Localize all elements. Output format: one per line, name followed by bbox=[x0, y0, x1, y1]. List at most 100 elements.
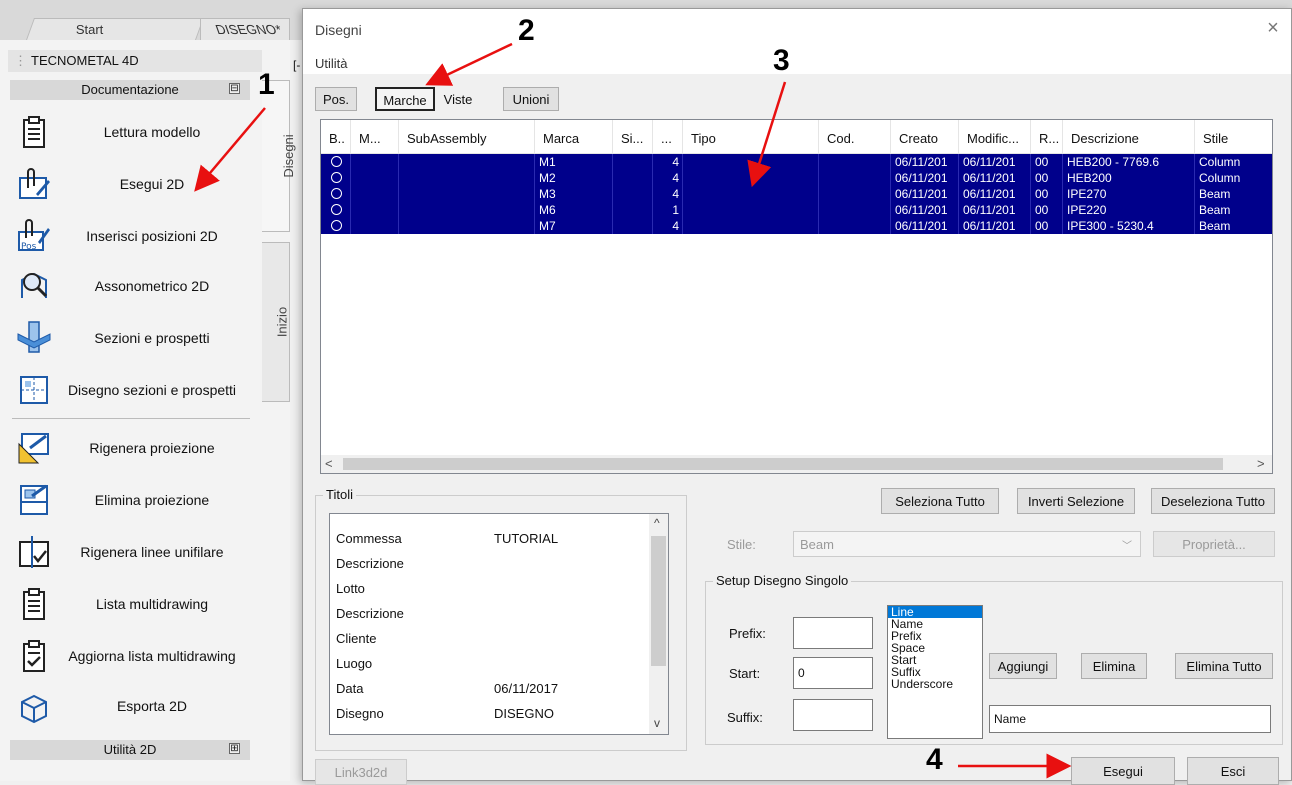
suffix-input[interactable] bbox=[793, 699, 873, 731]
expand-icon[interactable]: ⊞ bbox=[229, 743, 240, 754]
tab-marche[interactable]: Marche bbox=[375, 87, 435, 111]
cmd-label: Inserisci posizioni 2D bbox=[86, 227, 218, 244]
col-descrizione[interactable]: Descrizione bbox=[1063, 120, 1195, 154]
cmd-esegui-2d[interactable]: Esegui 2D bbox=[12, 160, 252, 208]
col-stile[interactable]: Stile bbox=[1195, 120, 1272, 154]
cmd-assonometrico[interactable]: Assonometrico 2D bbox=[12, 262, 252, 310]
marks-grid[interactable]: B.. M... SubAssembly Marca Si... ... Tip… bbox=[320, 119, 1273, 474]
delete-all-button[interactable]: Elimina Tutto bbox=[1175, 653, 1273, 679]
cmd-aggiorna-lista[interactable]: Aggiorna lista multidrawing bbox=[12, 632, 252, 680]
cmd-label: Aggiorna lista multidrawing bbox=[68, 647, 236, 664]
horizontal-scrollbar[interactable]: < > bbox=[321, 455, 1272, 473]
table-cell bbox=[613, 202, 653, 218]
cmd-esporta-2d[interactable]: Esporta 2D bbox=[12, 682, 252, 730]
scroll-right-icon[interactable]: > bbox=[1257, 456, 1265, 471]
col-qty[interactable]: ... bbox=[653, 120, 683, 154]
tab-start[interactable]: Start bbox=[25, 18, 205, 40]
table-row[interactable]: M2 4 06/11/201 06/11/201 00 HEB200 Column bbox=[321, 170, 1272, 186]
col-modificato[interactable]: Modific... bbox=[959, 120, 1031, 154]
table-cell bbox=[399, 218, 535, 234]
list-option[interactable]: Underscore bbox=[888, 678, 982, 690]
cmd-lista-multidrawing[interactable]: Lista multidrawing bbox=[12, 580, 252, 628]
table-cell: 06/11/201 bbox=[891, 154, 959, 170]
cmd-sezioni-prospetti[interactable]: Sezioni e prospetti bbox=[12, 314, 252, 362]
style-select[interactable]: Beam ﹀ bbox=[793, 531, 1141, 557]
table-cell: 4 bbox=[653, 186, 683, 202]
col-marca[interactable]: Marca bbox=[535, 120, 613, 154]
radio-icon[interactable] bbox=[331, 156, 342, 167]
scroll-thumb[interactable] bbox=[651, 536, 666, 666]
table-cell bbox=[819, 218, 891, 234]
list-icon bbox=[23, 588, 45, 620]
radio-icon[interactable] bbox=[331, 220, 342, 231]
col-rev[interactable]: R... bbox=[1031, 120, 1063, 154]
scroll-up-icon[interactable]: ^ bbox=[654, 516, 660, 530]
format-field[interactable]: Name bbox=[989, 705, 1271, 733]
select-all-button[interactable]: Seleziona Tutto bbox=[881, 488, 999, 514]
tab-start-label: Start bbox=[75, 22, 104, 37]
side-tab-disegni[interactable]: Disegni bbox=[262, 80, 296, 232]
cmd-lettura-modello[interactable]: Lettura modello bbox=[12, 108, 252, 156]
table-cell: 00 bbox=[1031, 186, 1063, 202]
vertical-scrollbar[interactable]: ^ v bbox=[649, 514, 668, 734]
table-row[interactable]: M6 1 06/11/201 06/11/201 00 IPE220 Beam bbox=[321, 202, 1272, 218]
col-b[interactable]: B.. bbox=[321, 120, 351, 154]
section-utilita-2d[interactable]: Utilità 2D ⊞ bbox=[10, 740, 250, 760]
delete-button[interactable]: Elimina bbox=[1081, 653, 1147, 679]
panel-title: ⋮ TECNOMETAL 4D bbox=[8, 50, 262, 72]
scroll-down-icon[interactable]: v bbox=[654, 716, 660, 730]
link3d2d-button[interactable]: Link3d2d bbox=[315, 759, 407, 785]
scroll-left-icon[interactable]: < bbox=[325, 456, 333, 471]
close-button[interactable]: × bbox=[1261, 17, 1285, 41]
deselect-all-button[interactable]: Deseleziona Tutto bbox=[1151, 488, 1275, 514]
add-button[interactable]: Aggiungi bbox=[989, 653, 1057, 679]
table-cell bbox=[351, 218, 399, 234]
col-si[interactable]: Si... bbox=[613, 120, 653, 154]
titoli-list[interactable]: Commessa TUTORIAL Descrizione Lotto Descrizi… bbox=[329, 513, 669, 735]
menu-utilita[interactable]: Utilità bbox=[315, 56, 348, 71]
tab-pos[interactable]: Pos. bbox=[315, 87, 357, 111]
tab-drawing[interactable]: DISEGNO* bbox=[200, 18, 290, 40]
table-cell bbox=[351, 202, 399, 218]
prefix-input[interactable] bbox=[793, 617, 873, 649]
section-documentazione[interactable]: Documentazione ⊟ bbox=[10, 80, 250, 100]
tab-unioni[interactable]: Unioni bbox=[503, 87, 559, 111]
annotation-1: 1 bbox=[258, 68, 275, 101]
side-tab-inizio[interactable]: Inizio bbox=[262, 242, 290, 402]
start-input[interactable]: 0 bbox=[793, 657, 873, 689]
col-cod[interactable]: Cod. bbox=[819, 120, 891, 154]
cmd-rigenera-proiezione[interactable]: Rigenera proiezione bbox=[12, 424, 252, 472]
col-subassembly[interactable]: SubAssembly bbox=[399, 120, 535, 154]
cmd-rigenera-linee[interactable]: Rigenera linee unifilare bbox=[12, 528, 252, 576]
tab-viste[interactable]: Viste bbox=[435, 87, 481, 111]
table-row[interactable]: M1 4 06/11/201 06/11/201 00 HEB200 - 7769.6 Co… bbox=[321, 154, 1272, 170]
titoli-key: Data bbox=[336, 681, 364, 696]
radio-icon[interactable] bbox=[331, 188, 342, 199]
titoli-value[interactable]: 06/11/2017 bbox=[494, 674, 558, 699]
table-row[interactable]: M3 4 06/11/201 06/11/201 00 IPE270 Beam bbox=[321, 186, 1272, 202]
cmd-disegno-sezioni[interactable]: Disegno sezioni e prospetti bbox=[12, 366, 252, 414]
titoli-value[interactable]: DISEGNO bbox=[494, 699, 554, 724]
titoli-value[interactable]: TUTORIAL bbox=[494, 524, 558, 549]
col-tipo[interactable]: Tipo bbox=[683, 120, 819, 154]
clipboard-icon bbox=[23, 116, 45, 148]
cmd-elimina-proiezione[interactable]: Elimina proiezione bbox=[12, 476, 252, 524]
invert-selection-button[interactable]: Inverti Selezione bbox=[1017, 488, 1135, 514]
col-m[interactable]: M... bbox=[351, 120, 399, 154]
table-cell: 06/11/201 bbox=[891, 218, 959, 234]
table-cell: 4 bbox=[653, 170, 683, 186]
collapse-icon[interactable]: ⊟ bbox=[229, 83, 240, 94]
table-cell bbox=[351, 154, 399, 170]
table-cell: IPE300 - 5230.4 bbox=[1063, 218, 1195, 234]
annotation-2: 2 bbox=[518, 14, 535, 47]
col-creato[interactable]: Creato bbox=[891, 120, 959, 154]
radio-icon[interactable] bbox=[331, 172, 342, 183]
table-cell bbox=[683, 218, 819, 234]
radio-icon[interactable] bbox=[331, 204, 342, 215]
scroll-thumb[interactable] bbox=[343, 458, 1223, 470]
token-listbox[interactable]: Line Name Prefix Space Start Suffix Underscore bbox=[887, 605, 983, 739]
properties-button[interactable]: Proprietà... bbox=[1153, 531, 1275, 557]
cmd-label: Rigenera linee unifilare bbox=[80, 543, 224, 560]
cmd-inserisci-posizioni[interactable]: Pos Inserisci posizioni 2D bbox=[12, 212, 252, 260]
table-row[interactable]: M7 4 06/11/201 06/11/201 00 IPE300 - 5230.4 Be… bbox=[321, 218, 1272, 234]
